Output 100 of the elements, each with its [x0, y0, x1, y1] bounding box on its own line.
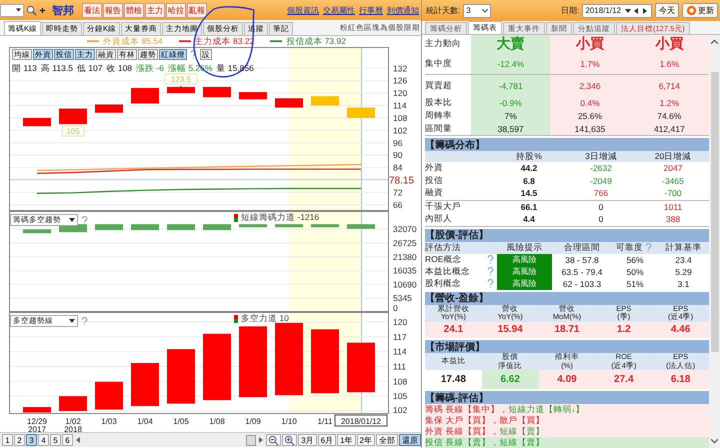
axis-tick-label: 102	[393, 405, 408, 415]
candle	[59, 108, 87, 124]
table-cell: -12.4%	[471, 53, 550, 74]
column-header: 20日增減	[654, 151, 692, 163]
axis-tick-label: 66	[393, 200, 402, 210]
table-cell-text: 62 - 103.3	[562, 278, 602, 288]
candle	[311, 329, 339, 394]
section-title: 【籌碼分布】	[425, 138, 709, 151]
range-button[interactable]: 1年	[337, 434, 356, 446]
search-icon[interactable]	[26, 4, 37, 16]
date-label: 1/05	[173, 417, 189, 426]
scrollbar[interactable]	[709, 35, 720, 448]
candle	[167, 224, 195, 230]
table-cell: 25.6%	[550, 109, 630, 122]
date-label: 1/04	[137, 417, 153, 426]
table-cell: 小買	[630, 35, 709, 53]
header-button[interactable]: 體檢	[124, 2, 144, 18]
table-cell: 1.6%	[630, 53, 709, 74]
page-button[interactable]: 4	[38, 434, 49, 446]
zoom-out-button[interactable]	[266, 434, 282, 446]
range-button[interactable]: 3月	[298, 434, 317, 446]
table-cell-text: 4.4	[522, 214, 536, 224]
axis-tick-label: 16035	[393, 266, 417, 276]
next-day-icon[interactable]	[643, 8, 647, 14]
legend-line-icon	[270, 40, 282, 43]
table-cell: 1.2%	[630, 96, 709, 109]
header-button[interactable]: 看法	[82, 2, 102, 18]
page-button[interactable]: 2	[14, 434, 25, 446]
candle	[203, 86, 231, 98]
previous-day-icon[interactable]	[634, 8, 638, 14]
caret-icon	[482, 8, 488, 12]
range-button[interactable]: 全部	[376, 434, 398, 446]
table-cell-text: 0	[598, 202, 604, 212]
candle	[239, 92, 267, 100]
header-link[interactable]: 交易屬性	[323, 4, 355, 16]
header-link[interactable]: 行事曆	[359, 4, 383, 16]
quote-value: 高 113.5	[40, 63, 73, 75]
range-button[interactable]: 6月	[318, 434, 336, 446]
candle	[23, 407, 51, 413]
right-arrow-icon[interactable]	[259, 437, 264, 443]
toolbar-button[interactable]: 更新	[682, 3, 718, 18]
date-label: 1/03	[101, 417, 117, 426]
table-cell-text: 56%	[625, 254, 644, 264]
axis-tick-label: 102	[393, 125, 408, 136]
help-icon[interactable]	[190, 50, 197, 59]
header-button[interactable]: 主力	[145, 2, 165, 18]
candle	[275, 224, 303, 228]
cursor-date-label: 2018/01/12	[334, 414, 388, 426]
legend-label: 投信成本 73.92	[286, 36, 346, 48]
page-button[interactable]: 6	[62, 434, 73, 446]
axis-tick-label: 26725	[393, 238, 417, 248]
scroll-thumb[interactable]	[246, 434, 256, 446]
candle	[203, 224, 231, 230]
axis-tick-label: 108	[393, 112, 408, 123]
axis-tick-label: 0	[393, 303, 398, 312]
toolbar-button[interactable]: 今天	[655, 3, 679, 18]
candle	[59, 396, 87, 412]
axis-tick-label: 114	[393, 100, 407, 111]
left-arrow-icon[interactable]	[76, 437, 80, 443]
axis-tick-label: 84	[393, 162, 402, 173]
table-cell: 1.2	[595, 322, 652, 338]
quote-value: 收 108	[106, 63, 132, 75]
risk-badge: 高風險	[497, 278, 552, 290]
header-button[interactable]: 亂報	[187, 2, 207, 18]
zoom-in-icon	[284, 434, 296, 446]
date-label: 1/08	[209, 417, 225, 426]
range-button[interactable]: 還原	[399, 434, 421, 446]
plus-icon[interactable]	[39, 6, 46, 14]
date-field[interactable]: 2018/1/12	[582, 4, 652, 18]
candle	[347, 108, 375, 118]
candle	[239, 326, 267, 398]
annotation: 105	[66, 127, 80, 136]
row-label: 外資	[425, 162, 444, 174]
caret-icon	[69, 319, 75, 323]
page-button[interactable]: 1	[2, 434, 13, 446]
table-cell: 74.6%	[630, 109, 709, 122]
candle	[347, 342, 375, 392]
row-label: 買賣超	[425, 78, 453, 92]
header-link[interactable]: 到價通知	[387, 4, 419, 16]
header-button[interactable]: 哈拉	[166, 2, 186, 18]
days-dropdown[interactable]: 3	[463, 4, 492, 18]
table-cell-text: 51%	[625, 278, 644, 288]
candle	[347, 224, 375, 229]
row-label: 內部人	[425, 213, 453, 226]
candle	[23, 229, 51, 234]
stock-name: 智邦	[52, 4, 74, 18]
axis-tick-label: 5345	[393, 293, 412, 304]
range-button[interactable]: 2年	[356, 434, 375, 446]
page-button[interactable]: 5	[50, 434, 61, 446]
zoom-in-button[interactable]	[282, 434, 298, 446]
table-cell: 4.09	[538, 370, 596, 389]
header-link[interactable]: 個股資訊	[287, 4, 319, 16]
table-cell: 6.18	[652, 370, 709, 389]
table-cell: 141,635	[550, 122, 630, 135]
stock-search-field[interactable]	[0, 4, 24, 16]
page-button[interactable]: 3	[26, 434, 37, 446]
row-label: 集中度	[425, 56, 453, 70]
candle	[131, 363, 159, 406]
table-cell: 412,417	[630, 122, 709, 135]
header-button[interactable]: 報告	[103, 2, 123, 18]
